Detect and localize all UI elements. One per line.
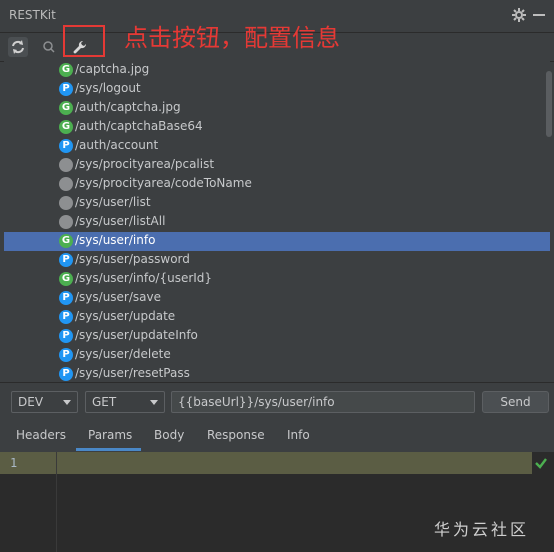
tab-info[interactable]: Info bbox=[287, 428, 310, 442]
endpoint-row[interactable]: P/auth/account bbox=[4, 137, 550, 156]
get-method-icon: G bbox=[59, 120, 73, 134]
endpoint-row[interactable]: /sys/procityarea/codeToName bbox=[4, 175, 550, 194]
endpoint-path: /auth/captcha.jpg bbox=[75, 100, 181, 114]
line-number: 1 bbox=[10, 456, 18, 470]
endpoint-row[interactable]: G/sys/user/info bbox=[4, 232, 550, 251]
params-editor[interactable]: 1 华为云社区 bbox=[0, 452, 554, 552]
endpoint-row[interactable]: P/sys/logout bbox=[4, 80, 550, 99]
endpoint-row[interactable]: P/sys/user/resetPass bbox=[4, 365, 550, 381]
endpoint-row[interactable]: /sys/user/list bbox=[4, 194, 550, 213]
line-gutter bbox=[0, 452, 57, 552]
endpoint-row[interactable]: P/sys/user/save bbox=[4, 289, 550, 308]
endpoint-path: /sys/user/info/{userId} bbox=[75, 271, 213, 285]
endpoint-path: /sys/user/list bbox=[75, 195, 151, 209]
post-method-icon: P bbox=[59, 291, 73, 305]
method-icon bbox=[59, 177, 73, 191]
minimize-icon[interactable] bbox=[533, 14, 545, 16]
current-line-highlight bbox=[0, 452, 532, 474]
endpoint-list: G/captcha.jpg P/sys/logout G/auth/captcha.… bbox=[4, 61, 550, 381]
endpoint-path: /sys/procityarea/codeToName bbox=[75, 176, 252, 190]
post-method-icon: P bbox=[59, 82, 73, 96]
window-title: RESTKit bbox=[9, 8, 56, 22]
list-scrollbar[interactable] bbox=[546, 71, 552, 137]
endpoint-row[interactable]: P/sys/user/update bbox=[4, 308, 550, 327]
endpoint-path: /auth/account bbox=[75, 138, 159, 152]
post-method-icon: P bbox=[59, 348, 73, 362]
refresh-icon[interactable] bbox=[8, 37, 28, 57]
method-select-value: GET bbox=[92, 395, 117, 409]
endpoint-row[interactable]: G/sys/user/info/{userId} bbox=[4, 270, 550, 289]
request-tabs: Headers Params Body Response Info bbox=[0, 422, 554, 453]
post-method-icon: P bbox=[59, 310, 73, 324]
url-input[interactable]: {{baseUrl}}/sys/user/info bbox=[171, 391, 475, 413]
endpoint-row[interactable]: G/auth/captcha.jpg bbox=[4, 99, 550, 118]
endpoint-row[interactable]: P/sys/user/updateInfo bbox=[4, 327, 550, 346]
get-method-icon: G bbox=[59, 234, 73, 248]
endpoint-row[interactable]: P/sys/user/password bbox=[4, 251, 550, 270]
endpoint-row[interactable]: /sys/procityarea/pcalist bbox=[4, 156, 550, 175]
active-tab-indicator bbox=[76, 448, 141, 451]
method-select[interactable]: GET bbox=[85, 391, 165, 413]
wrench-icon[interactable] bbox=[70, 38, 90, 58]
endpoint-path: /auth/captchaBase64 bbox=[75, 119, 203, 133]
endpoint-path: /sys/user/save bbox=[75, 290, 161, 304]
post-method-icon: P bbox=[59, 367, 73, 381]
tab-body[interactable]: Body bbox=[154, 428, 184, 442]
tab-response[interactable]: Response bbox=[207, 428, 265, 442]
post-method-icon: P bbox=[59, 139, 73, 153]
endpoint-row[interactable]: /sys/user/listAll bbox=[4, 213, 550, 232]
chevron-down-icon bbox=[150, 400, 158, 405]
post-method-icon: P bbox=[59, 253, 73, 267]
method-icon bbox=[59, 158, 73, 172]
get-method-icon: G bbox=[59, 63, 73, 77]
annotation-text: 点击按钮，配置信息 bbox=[124, 24, 340, 52]
search-icon[interactable] bbox=[40, 38, 58, 56]
env-select-value: DEV bbox=[18, 395, 44, 409]
tab-params[interactable]: Params bbox=[88, 428, 132, 442]
endpoint-path: /captcha.jpg bbox=[75, 62, 150, 76]
endpoint-row[interactable]: G/auth/captchaBase64 bbox=[4, 118, 550, 137]
get-method-icon: G bbox=[59, 101, 73, 115]
endpoint-path: /sys/user/listAll bbox=[75, 214, 166, 228]
method-icon bbox=[59, 215, 73, 229]
endpoint-path: /sys/logout bbox=[75, 81, 141, 95]
endpoint-path: /sys/user/info bbox=[75, 233, 156, 247]
endpoint-path: /sys/user/password bbox=[75, 252, 190, 266]
endpoint-path: /sys/user/resetPass bbox=[75, 366, 190, 380]
endpoint-path: /sys/user/delete bbox=[75, 347, 171, 361]
watermark: 华为云社区 bbox=[434, 520, 530, 539]
method-icon bbox=[59, 196, 73, 210]
endpoint-row[interactable]: P/sys/user/delete bbox=[4, 346, 550, 365]
env-select[interactable]: DEV bbox=[11, 391, 78, 413]
tab-headers[interactable]: Headers bbox=[16, 428, 66, 442]
endpoint-path: /sys/user/updateInfo bbox=[75, 328, 198, 342]
gear-icon[interactable] bbox=[512, 8, 526, 22]
get-method-icon: G bbox=[59, 272, 73, 286]
restkit-panel: RESTKit 点击按钮，配置信息 G/captcha.jpg P/sys/log… bbox=[0, 0, 554, 552]
endpoint-path: /sys/procityarea/pcalist bbox=[75, 157, 215, 171]
chevron-down-icon bbox=[63, 400, 71, 405]
send-button[interactable]: Send bbox=[482, 391, 549, 413]
check-icon bbox=[534, 456, 552, 470]
endpoint-row[interactable]: G/captcha.jpg bbox=[4, 61, 550, 80]
post-method-icon: P bbox=[59, 329, 73, 343]
request-bar: DEV GET {{baseUrl}}/sys/user/info Send bbox=[0, 382, 554, 423]
endpoint-path: /sys/user/update bbox=[75, 309, 176, 323]
